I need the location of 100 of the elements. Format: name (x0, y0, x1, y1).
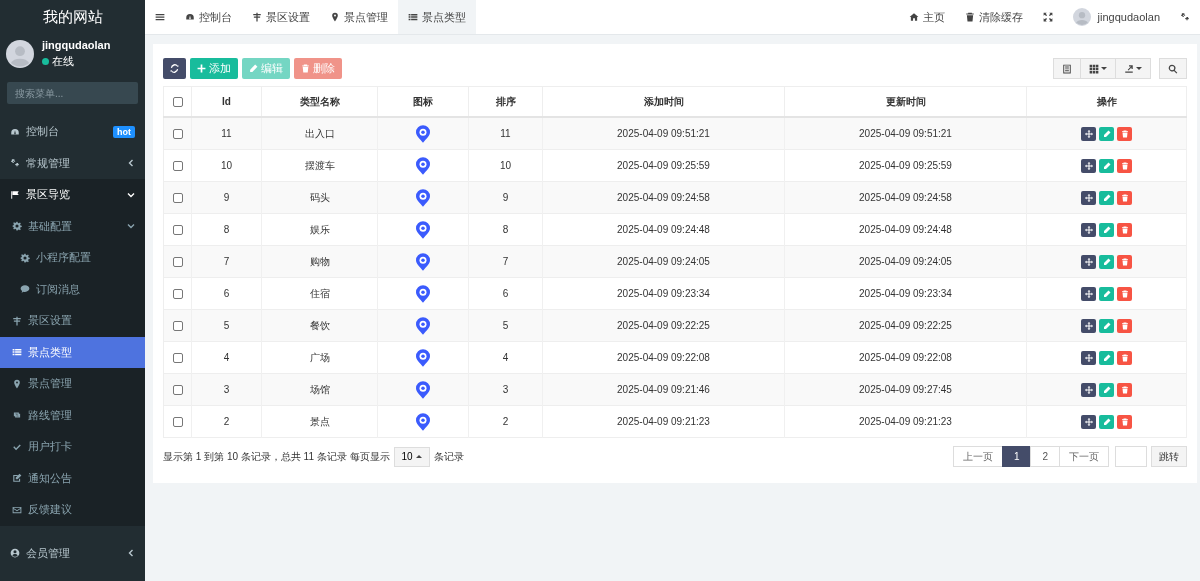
map-marker-icon (416, 188, 430, 207)
toggle-view-button[interactable] (1053, 58, 1081, 79)
delete-button[interactable] (1117, 286, 1132, 301)
drag-button[interactable] (1081, 286, 1096, 301)
columns-button[interactable] (1080, 58, 1116, 79)
delete-button[interactable] (1117, 414, 1132, 429)
drag-button[interactable] (1081, 126, 1096, 141)
page-size-dropdown[interactable]: 10 (393, 446, 430, 467)
drag-button[interactable] (1081, 158, 1096, 173)
pagination-summary: 显示第 1 到第 10 条记录，总共 11 条记录 每页显示 (163, 449, 390, 464)
previous-page-button[interactable]: 上一页 (952, 446, 1003, 467)
table-cell: 2025-04-09 09:22:08 (617, 352, 710, 363)
table-cell: 摆渡车 (304, 159, 335, 171)
table-cell: 5 (502, 320, 509, 331)
nav-tab[interactable]: 景点类型 (398, 0, 476, 34)
sidebar-item[interactable]: 控制台 hot (0, 116, 145, 148)
sidebar-item[interactable]: 用户打卡 (0, 431, 145, 463)
map-marker-icon (416, 316, 430, 335)
select-all-checkbox[interactable] (172, 97, 183, 108)
row-checkbox[interactable] (172, 225, 183, 236)
trash-icon (1120, 385, 1129, 394)
home-link[interactable]: 主页 (898, 0, 955, 34)
sidebar-item[interactable]: 通知公告 (0, 462, 145, 494)
row-checkbox[interactable] (172, 257, 183, 268)
export-button[interactable] (1115, 58, 1151, 79)
table-cell: 6 (502, 288, 509, 299)
list-icon (12, 347, 22, 358)
jump-button[interactable]: 跳转 (1151, 446, 1187, 467)
table-cell: 2 (502, 416, 509, 427)
drag-button[interactable] (1081, 350, 1096, 365)
row-checkbox[interactable] (172, 289, 183, 300)
row-checkbox[interactable] (172, 129, 183, 140)
drag-button[interactable] (1081, 382, 1096, 397)
next-page-button[interactable]: 下一页 (1059, 446, 1109, 467)
row-checkbox[interactable] (172, 321, 183, 332)
row-checkbox[interactable] (172, 193, 183, 204)
pencil-icon (249, 64, 258, 73)
sidebar-item[interactable]: 基础配置 (0, 210, 145, 242)
row-checkbox[interactable] (172, 161, 183, 172)
page-button[interactable]: 2 (1030, 446, 1060, 467)
table-cell: 8 (223, 224, 230, 235)
sidebar-item[interactable]: 常规管理 (0, 147, 145, 179)
search-field[interactable]: 搜索菜单... (7, 82, 138, 104)
delete-button[interactable] (1117, 350, 1132, 365)
table-cell: 景点 (309, 415, 330, 427)
column-header: 图标 (413, 95, 433, 107)
table-cell: 2025-04-09 09:22:08 (859, 352, 952, 363)
delete-button[interactable] (1117, 190, 1132, 205)
pencil-icon (1102, 193, 1111, 202)
column-header: 排序 (495, 95, 516, 107)
table-cell: 5 (223, 320, 230, 331)
grid-icon (1089, 63, 1099, 74)
nav-tab[interactable]: 景点管理 (320, 0, 398, 34)
drag-button[interactable] (1081, 190, 1096, 205)
sidebar-item[interactable]: 订阅消息 (0, 273, 145, 305)
sidebar-item[interactable]: 景区导览 (0, 179, 145, 211)
sidebar-item[interactable]: 路线管理 (0, 399, 145, 431)
sidebar-item[interactable]: 景点类型 (0, 336, 145, 368)
pin-icon (330, 12, 340, 22)
user-menu[interactable]: jingqudaolan (1062, 0, 1170, 34)
avatar-icon (6, 40, 34, 68)
site-title: 我的网站 (41, 7, 104, 27)
table-cell: 出入口 (304, 127, 335, 139)
nav-tab[interactable]: 景区设置 (242, 0, 320, 34)
sidebar-item[interactable]: 反馈建议 (0, 494, 145, 526)
dashboard-icon (185, 12, 195, 22)
chevron-icon (127, 159, 135, 168)
row-checkbox[interactable] (172, 353, 183, 364)
delete-button[interactable] (1117, 222, 1132, 237)
map-marker-icon (416, 156, 430, 175)
column-header: 添加时间 (643, 95, 684, 107)
sidebar-item[interactable]: 景点管理 (0, 368, 145, 400)
refresh-button[interactable] (163, 58, 186, 79)
drag-button[interactable] (1081, 254, 1096, 269)
pencil-icon (1102, 385, 1111, 394)
delete-button[interactable] (1117, 254, 1132, 269)
table-cell: 2025-04-09 09:25:59 (859, 160, 952, 171)
sidebar-item[interactable]: 小程序配置 (0, 242, 145, 274)
search-button[interactable] (1159, 58, 1187, 79)
delete-button[interactable] (1117, 318, 1132, 333)
table-cell: 2025-04-09 09:51:21 (859, 128, 952, 139)
nav-tab[interactable]: 控制台 (175, 0, 242, 34)
delete-button[interactable] (1117, 382, 1132, 397)
delete-button[interactable] (1117, 158, 1132, 173)
row-checkbox[interactable] (172, 385, 183, 396)
drag-button[interactable] (1081, 318, 1096, 333)
page-button[interactable]: 1 (1001, 446, 1032, 467)
sidebar-item[interactable]: 景区设置 (0, 305, 145, 337)
chevron-icon (127, 222, 135, 231)
drag-button[interactable] (1081, 222, 1096, 237)
drag-button[interactable] (1081, 414, 1096, 429)
table-cell: 住宿 (309, 287, 330, 299)
chevron-icon (127, 549, 135, 558)
table-cell: 11 (500, 128, 511, 139)
row-checkbox[interactable] (172, 417, 183, 428)
clear-cache-link[interactable]: 清除缓存 (954, 0, 1033, 34)
table-cell: 7 (223, 256, 230, 267)
delete-button[interactable] (1117, 126, 1132, 141)
page-number-field[interactable] (1115, 446, 1147, 467)
trash-icon (301, 64, 310, 73)
